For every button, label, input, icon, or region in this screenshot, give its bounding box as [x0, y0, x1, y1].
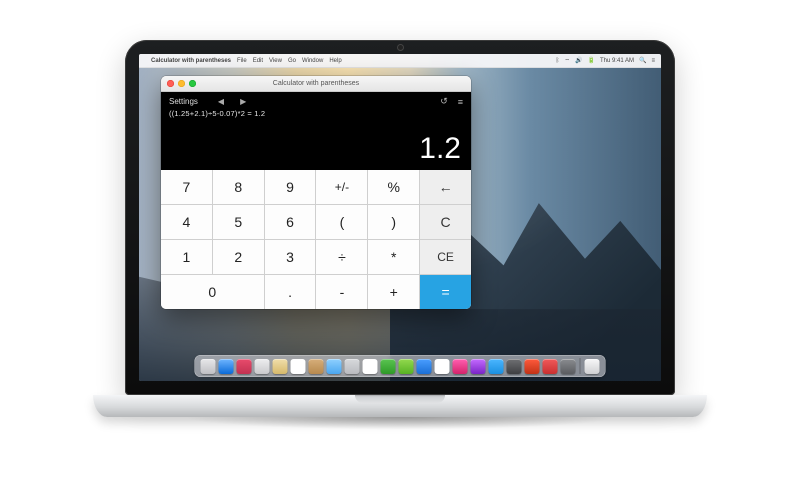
- key-percent[interactable]: %: [368, 170, 419, 204]
- key-0[interactable]: 0: [161, 275, 264, 309]
- battery-icon[interactable]: 🔋: [587, 57, 594, 64]
- key-plus[interactable]: +: [368, 275, 419, 309]
- laptop-notch: [355, 395, 445, 403]
- traffic-lights: [167, 80, 196, 87]
- menubar-clock[interactable]: Thu 9:41 AM: [600, 58, 634, 64]
- key-minus[interactable]: -: [316, 275, 367, 309]
- menubar-right: ᛒ ⌔ 🔊 🔋 Thu 9:41 AM 🔍 ≡: [556, 57, 655, 65]
- menu-go[interactable]: Go: [288, 58, 296, 64]
- notification-center-icon[interactable]: ≡: [651, 58, 655, 64]
- camera-dot: [398, 45, 403, 50]
- key-rparen[interactable]: ): [368, 205, 419, 239]
- dock-app-icon[interactable]: [237, 359, 252, 374]
- minimize-button[interactable]: [178, 80, 185, 87]
- menu-view[interactable]: View: [269, 58, 282, 64]
- spotlight-icon[interactable]: 🔍: [639, 57, 646, 64]
- dock-app-icon[interactable]: [327, 359, 342, 374]
- laptop-shadow: [93, 417, 707, 435]
- trash-icon[interactable]: [585, 359, 600, 374]
- key-4[interactable]: 4: [161, 205, 212, 239]
- dock-app-icon[interactable]: [219, 359, 234, 374]
- key-multiply[interactable]: *: [368, 240, 419, 274]
- menu-window[interactable]: Window: [302, 58, 323, 64]
- laptop-base: [93, 395, 707, 417]
- key-divide[interactable]: ÷: [316, 240, 367, 274]
- macos-dock[interactable]: [195, 355, 606, 377]
- dock-app-icon[interactable]: [291, 359, 306, 374]
- dock-app-icon[interactable]: [543, 359, 558, 374]
- key-9[interactable]: 9: [265, 170, 316, 204]
- dock-app-icon[interactable]: [201, 359, 216, 374]
- key-3[interactable]: 3: [265, 240, 316, 274]
- window-titlebar[interactable]: Calculator with parentheses: [161, 76, 471, 92]
- dock-separator: [580, 358, 581, 374]
- dock-app-icon[interactable]: [255, 359, 270, 374]
- dock-app-icon[interactable]: [435, 359, 450, 374]
- dock-app-icon[interactable]: [273, 359, 288, 374]
- macos-menubar: Calculator with parentheses File Edit Vi…: [139, 54, 661, 68]
- undo-icon[interactable]: ↺: [440, 96, 448, 107]
- key-sign[interactable]: +/-: [316, 170, 367, 204]
- key-6[interactable]: 6: [265, 205, 316, 239]
- dock-app-icon[interactable]: [471, 359, 486, 374]
- dock-app-icon[interactable]: [417, 359, 432, 374]
- dock-app-icon[interactable]: [507, 359, 522, 374]
- key-8[interactable]: 8: [213, 170, 264, 204]
- menu-edit[interactable]: Edit: [253, 58, 263, 64]
- key-backspace[interactable]: ←: [420, 170, 471, 204]
- history-next-icon[interactable]: ▶: [240, 97, 246, 106]
- calculator-display: Settings ◀ ▶ ↺ ≡ ((1.25+2.1)÷5-0.07)*2 =…: [161, 92, 471, 170]
- dock-app-icon[interactable]: [363, 359, 378, 374]
- history-prev-icon[interactable]: ◀: [218, 97, 224, 106]
- volume-icon[interactable]: 🔊: [575, 57, 582, 64]
- macbook-mockup: Calculator with parentheses File Edit Vi…: [125, 40, 675, 435]
- expression-text: ((1.25+2.1)÷5-0.07)*2 = 1.2: [169, 109, 463, 118]
- key-7[interactable]: 7: [161, 170, 212, 204]
- result-value: 1.2: [419, 132, 461, 166]
- menubar-app-name[interactable]: Calculator with parentheses: [151, 58, 231, 64]
- dock-app-icon[interactable]: [381, 359, 396, 374]
- calculator-window[interactable]: Calculator with parentheses Settings ◀ ▶…: [161, 76, 471, 309]
- dock-app-icon[interactable]: [345, 359, 360, 374]
- key-decimal[interactable]: .: [265, 275, 316, 309]
- dock-app-icon[interactable]: [525, 359, 540, 374]
- dock-app-icon[interactable]: [309, 359, 324, 374]
- calculator-keypad: 7 8 9 +/- % ← 4 5 6 ( ) C 1 2 3: [161, 170, 471, 309]
- laptop-lid: Calculator with parentheses File Edit Vi…: [125, 40, 675, 395]
- key-lparen[interactable]: (: [316, 205, 367, 239]
- zoom-button[interactable]: [189, 80, 196, 87]
- key-1[interactable]: 1: [161, 240, 212, 274]
- settings-button[interactable]: Settings: [169, 97, 198, 106]
- dock-app-icon[interactable]: [489, 359, 504, 374]
- key-5[interactable]: 5: [213, 205, 264, 239]
- menu-help[interactable]: Help: [329, 58, 341, 64]
- dock-app-icon[interactable]: [453, 359, 468, 374]
- history-list-icon[interactable]: ≡: [458, 96, 463, 107]
- wifi-icon[interactable]: ⌔: [564, 57, 570, 65]
- menu-file[interactable]: File: [237, 58, 247, 64]
- key-2[interactable]: 2: [213, 240, 264, 274]
- close-button[interactable]: [167, 80, 174, 87]
- dock-app-icon[interactable]: [561, 359, 576, 374]
- key-clear[interactable]: C: [420, 205, 471, 239]
- window-title: Calculator with parentheses: [161, 80, 471, 87]
- key-clear-entry[interactable]: CE: [420, 240, 471, 274]
- bluetooth-icon[interactable]: ᛒ: [556, 58, 560, 64]
- key-equals[interactable]: =: [420, 275, 471, 309]
- desktop-screen: Calculator with parentheses File Edit Vi…: [139, 54, 661, 381]
- dock-app-icon[interactable]: [399, 359, 414, 374]
